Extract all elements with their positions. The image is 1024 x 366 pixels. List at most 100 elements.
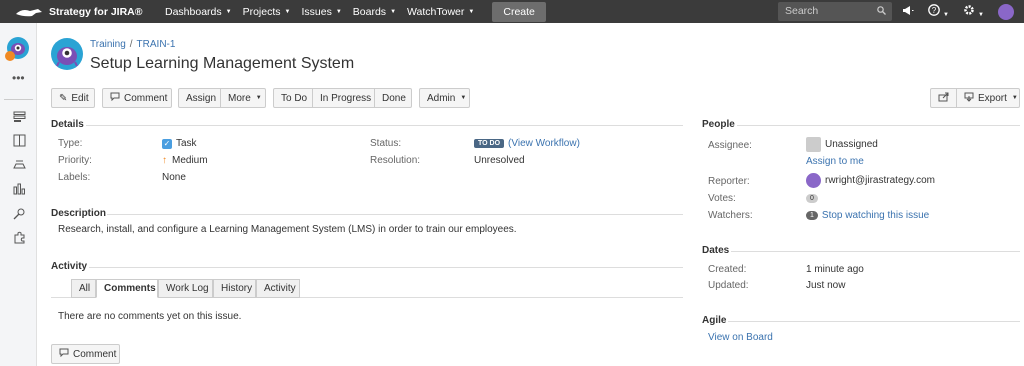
people-heading: People [702,119,735,130]
stop-watching-link[interactable]: Stop watching this issue [822,210,929,221]
assignee-value: Unassigned [806,137,878,152]
breadcrumb-issue-key-link[interactable]: TRAIN-1 [137,39,176,50]
chevron-down-icon: ▼ [1011,95,1018,101]
details-divider [86,125,683,126]
default-avatar-icon [806,137,821,152]
comment-icon [59,348,69,360]
priority-value-text: Medium [172,155,208,166]
reporter-value-text[interactable]: rwright@jirastrategy.com [825,175,935,186]
tab-history[interactable]: History [213,279,256,298]
votes-value: 0 [806,194,822,203]
chevron-down-icon: ▼ [468,8,475,15]
share-button[interactable] [930,88,957,108]
project-avatar[interactable] [5,37,29,61]
breadcrumb-project-link[interactable]: Training [90,39,126,50]
comment-button[interactable]: Comment [102,88,172,108]
type-value: ✓ Task [162,138,197,149]
nav-boards[interactable]: Boards ▼ [353,6,396,18]
assignee-label: Assignee: [708,140,752,151]
tab-work-log[interactable]: Work Log [158,279,213,298]
watchers-count-badge[interactable]: 1 [806,211,818,220]
tab-comments[interactable]: Comments [96,279,158,298]
status-label: Status: [370,138,402,149]
user-avatar[interactable] [998,3,1014,20]
votes-count-badge[interactable]: 0 [806,194,818,203]
logo-text: Strategy for JIRA® [49,5,143,18]
sidebar-divider [4,99,33,100]
comment-icon [110,92,120,104]
issues-icon[interactable] [12,207,26,221]
view-on-board-link[interactable]: View on Board [708,332,773,343]
more-icon[interactable]: ••• [12,71,25,85]
assign-button[interactable]: Assign [178,88,221,108]
in-progress-button-label: In Progress [320,92,372,104]
nav-issues[interactable]: Issues ▼ [301,6,341,18]
resolution-value: Unresolved [474,155,525,166]
edit-button[interactable]: ✎ Edit [51,88,95,108]
done-button[interactable]: Done [375,88,412,108]
tab-all[interactable]: All [71,279,96,298]
priority-label: Priority: [58,155,92,166]
nav-projects-label: Projects [242,5,281,18]
create-button[interactable]: Create [492,1,546,22]
reports-icon[interactable] [12,182,26,196]
reporter-label: Reporter: [708,176,750,187]
chevron-down-icon: ▼ [255,95,262,101]
dates-divider [731,251,1020,252]
pencil-icon: ✎ [59,92,68,104]
view-workflow-link[interactable]: (View Workflow) [508,138,580,149]
board-icon[interactable] [12,134,26,148]
no-comments-text: There are no comments yet on this issue. [58,311,242,322]
activity-divider [89,267,683,268]
search-input[interactable]: Search [778,2,892,21]
tab-activity[interactable]: Activity [256,279,300,298]
assignee-value-text: Unassigned [825,139,878,150]
nav-dashboards-label: Dashboards [165,5,222,18]
assign-to-me-link[interactable]: Assign to me [806,156,864,167]
more-button-label: More [228,92,251,104]
chevron-down-icon: ▼ [284,8,291,15]
updated-value: Just now [806,280,846,291]
releases-icon[interactable] [12,158,26,172]
nav-issues-label: Issues [301,5,332,18]
description-text: Research, install, and configure a Learn… [58,224,517,235]
details-heading: Details [51,119,84,130]
export-button[interactable]: Export ▼ [957,88,1020,108]
logo[interactable]: Strategy for JIRA® [14,6,154,18]
page-title: Setup Learning Management System [90,55,355,72]
type-value-text: Task [176,138,197,149]
nav-dashboards[interactable]: Dashboards ▼ [165,6,232,18]
edit-button-label: Edit [71,92,89,104]
nav-watchtower[interactable]: WatchTower ▼ [407,6,474,18]
dates-heading: Dates [702,245,730,256]
created-label: Created: [708,264,747,275]
megaphone-icon[interactable] [902,5,914,19]
top-right-icons: ? ▼ ▼ [902,0,1014,23]
nav-projects[interactable]: Projects ▼ [243,6,291,18]
people-divider [737,125,1020,126]
activity-heading: Activity [51,261,88,272]
chevron-down-icon: ▼ [943,12,949,18]
type-label: Type: [58,138,83,149]
add-comment-button[interactable]: Comment [51,344,120,364]
more-button[interactable]: More ▼ [221,88,266,108]
addon-icon[interactable] [12,231,26,245]
add-comment-button-label: Comment [73,348,117,360]
admin-button[interactable]: Admin ▼ [419,88,470,108]
help-icon[interactable]: ? ▼ [928,4,949,19]
watchers-label: Watchers: [708,210,753,221]
in-progress-button[interactable]: In Progress [313,88,375,108]
todo-button[interactable]: To Do [273,88,313,108]
watchers-value: 1 Stop watching this issue [806,210,929,221]
notification-dot [5,51,15,61]
comment-button-label: Comment [124,92,168,104]
export-button-label: Export [978,92,1007,104]
todo-button-label: To Do [281,92,308,104]
created-value: 1 minute ago [806,264,864,275]
priority-medium-icon: ↑ [162,155,167,166]
agile-divider [728,321,1020,322]
assign-button-label: Assign [186,92,217,104]
backlog-icon[interactable] [12,110,26,124]
gear-icon[interactable]: ▼ [963,4,984,19]
project-sidebar: ••• [0,23,37,366]
